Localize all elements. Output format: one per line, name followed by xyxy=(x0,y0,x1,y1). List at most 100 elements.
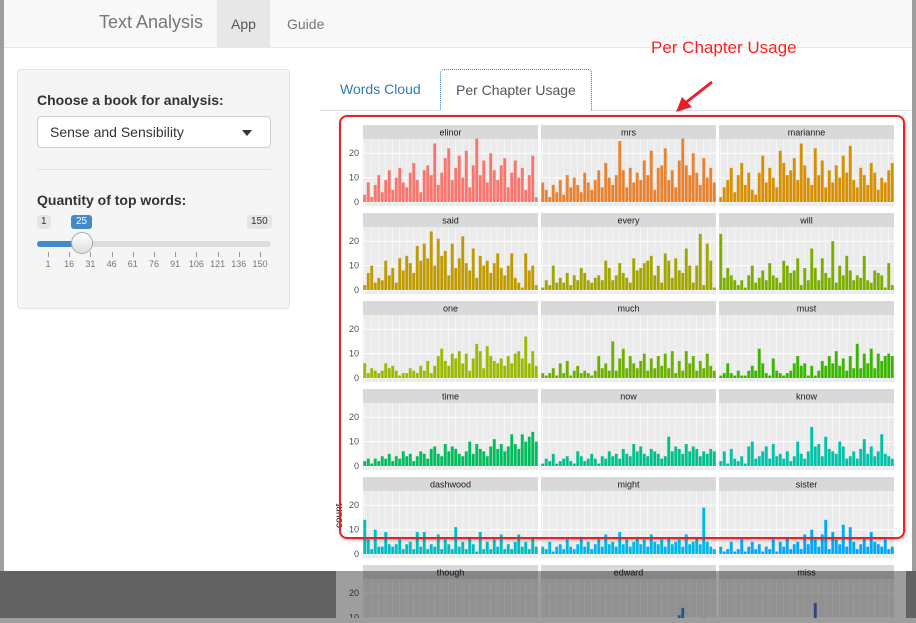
bar xyxy=(814,539,817,554)
bar xyxy=(580,537,583,554)
bar xyxy=(838,544,841,554)
bar xyxy=(681,608,684,618)
bar xyxy=(713,549,716,554)
bar xyxy=(733,552,736,554)
bar xyxy=(768,549,771,554)
nav-tab-app[interactable]: App xyxy=(217,0,270,48)
app-brand: Text Analysis xyxy=(99,12,203,33)
bar xyxy=(877,544,880,554)
bar xyxy=(695,537,698,554)
bar xyxy=(496,547,499,554)
bar xyxy=(817,547,820,554)
bar xyxy=(548,542,551,554)
bar xyxy=(405,544,408,554)
bar xyxy=(576,544,579,554)
bar xyxy=(555,547,558,554)
book-select-value: Sense and Sensibility xyxy=(50,124,184,140)
bar xyxy=(639,544,642,554)
bar xyxy=(569,547,572,554)
bar xyxy=(370,549,373,554)
bar xyxy=(667,537,670,554)
bar xyxy=(789,549,792,554)
bar xyxy=(528,549,531,554)
bar xyxy=(482,549,485,554)
book-select[interactable]: Sense and Sensibility xyxy=(37,116,271,148)
bar xyxy=(782,547,785,554)
bar xyxy=(573,549,576,554)
annotation-label: Per Chapter Usage xyxy=(651,38,797,58)
y-tick-label: 0 xyxy=(354,549,359,559)
bar xyxy=(458,547,461,554)
tab-words-cloud[interactable]: Words Cloud xyxy=(325,69,436,111)
nav-tab-guide[interactable]: Guide xyxy=(273,0,338,48)
bar xyxy=(514,542,517,554)
slider-tick xyxy=(90,252,91,257)
bar xyxy=(475,552,478,554)
bar xyxy=(535,547,538,554)
bar xyxy=(597,539,600,554)
bar xyxy=(552,552,555,554)
bar xyxy=(541,547,544,554)
bar xyxy=(489,549,492,554)
divider xyxy=(37,169,271,170)
bar xyxy=(611,542,614,554)
bar xyxy=(730,542,733,554)
bar xyxy=(646,547,649,554)
bar xyxy=(601,547,604,554)
bar xyxy=(493,539,496,554)
bar xyxy=(461,542,464,554)
bar xyxy=(692,542,695,554)
content-tabs: Words Cloud Per Chapter Usage xyxy=(320,69,911,111)
bar xyxy=(751,542,754,554)
bar xyxy=(402,549,405,554)
bar xyxy=(521,547,524,554)
bar xyxy=(828,549,831,554)
bar xyxy=(381,547,384,554)
bar xyxy=(786,537,789,554)
bar xyxy=(678,539,681,554)
book-select-label: Choose a book for analysis: xyxy=(37,92,224,108)
caret-down-icon xyxy=(242,130,252,136)
bar xyxy=(583,547,586,554)
bar xyxy=(468,537,471,554)
quantity-label: Quantity of top words: xyxy=(37,192,186,208)
slider-handle[interactable] xyxy=(71,232,93,254)
bar xyxy=(681,547,684,554)
bar xyxy=(807,544,810,554)
facet-label: though xyxy=(437,568,465,578)
y-tick-label: 10 xyxy=(349,613,359,618)
bar xyxy=(747,547,750,554)
bar xyxy=(398,539,401,554)
bar xyxy=(873,542,876,554)
y-tick-label: 20 xyxy=(349,588,359,598)
slider-tick xyxy=(175,252,176,257)
bar xyxy=(594,544,597,554)
bar xyxy=(409,542,412,554)
bar xyxy=(472,544,475,554)
bar xyxy=(880,547,883,554)
bar xyxy=(653,542,656,554)
bar xyxy=(510,549,513,554)
bar xyxy=(884,539,887,554)
slider-tick xyxy=(218,252,219,257)
bar xyxy=(545,549,548,554)
bar xyxy=(775,552,778,554)
bar xyxy=(726,549,729,554)
bar xyxy=(800,549,803,554)
bar xyxy=(671,544,674,554)
bar xyxy=(444,539,447,554)
tab-per-chapter-usage[interactable]: Per Chapter Usage xyxy=(440,69,592,111)
bar xyxy=(765,547,768,554)
bar xyxy=(688,544,691,554)
bar xyxy=(486,542,489,554)
bar xyxy=(562,549,565,554)
bar xyxy=(451,549,454,554)
bar xyxy=(866,547,869,554)
bar xyxy=(632,542,635,554)
bar xyxy=(744,552,747,554)
slider-tick xyxy=(260,252,261,257)
bar xyxy=(625,539,628,554)
annotation-box xyxy=(339,115,905,539)
bar xyxy=(629,547,632,554)
bar xyxy=(754,549,757,554)
